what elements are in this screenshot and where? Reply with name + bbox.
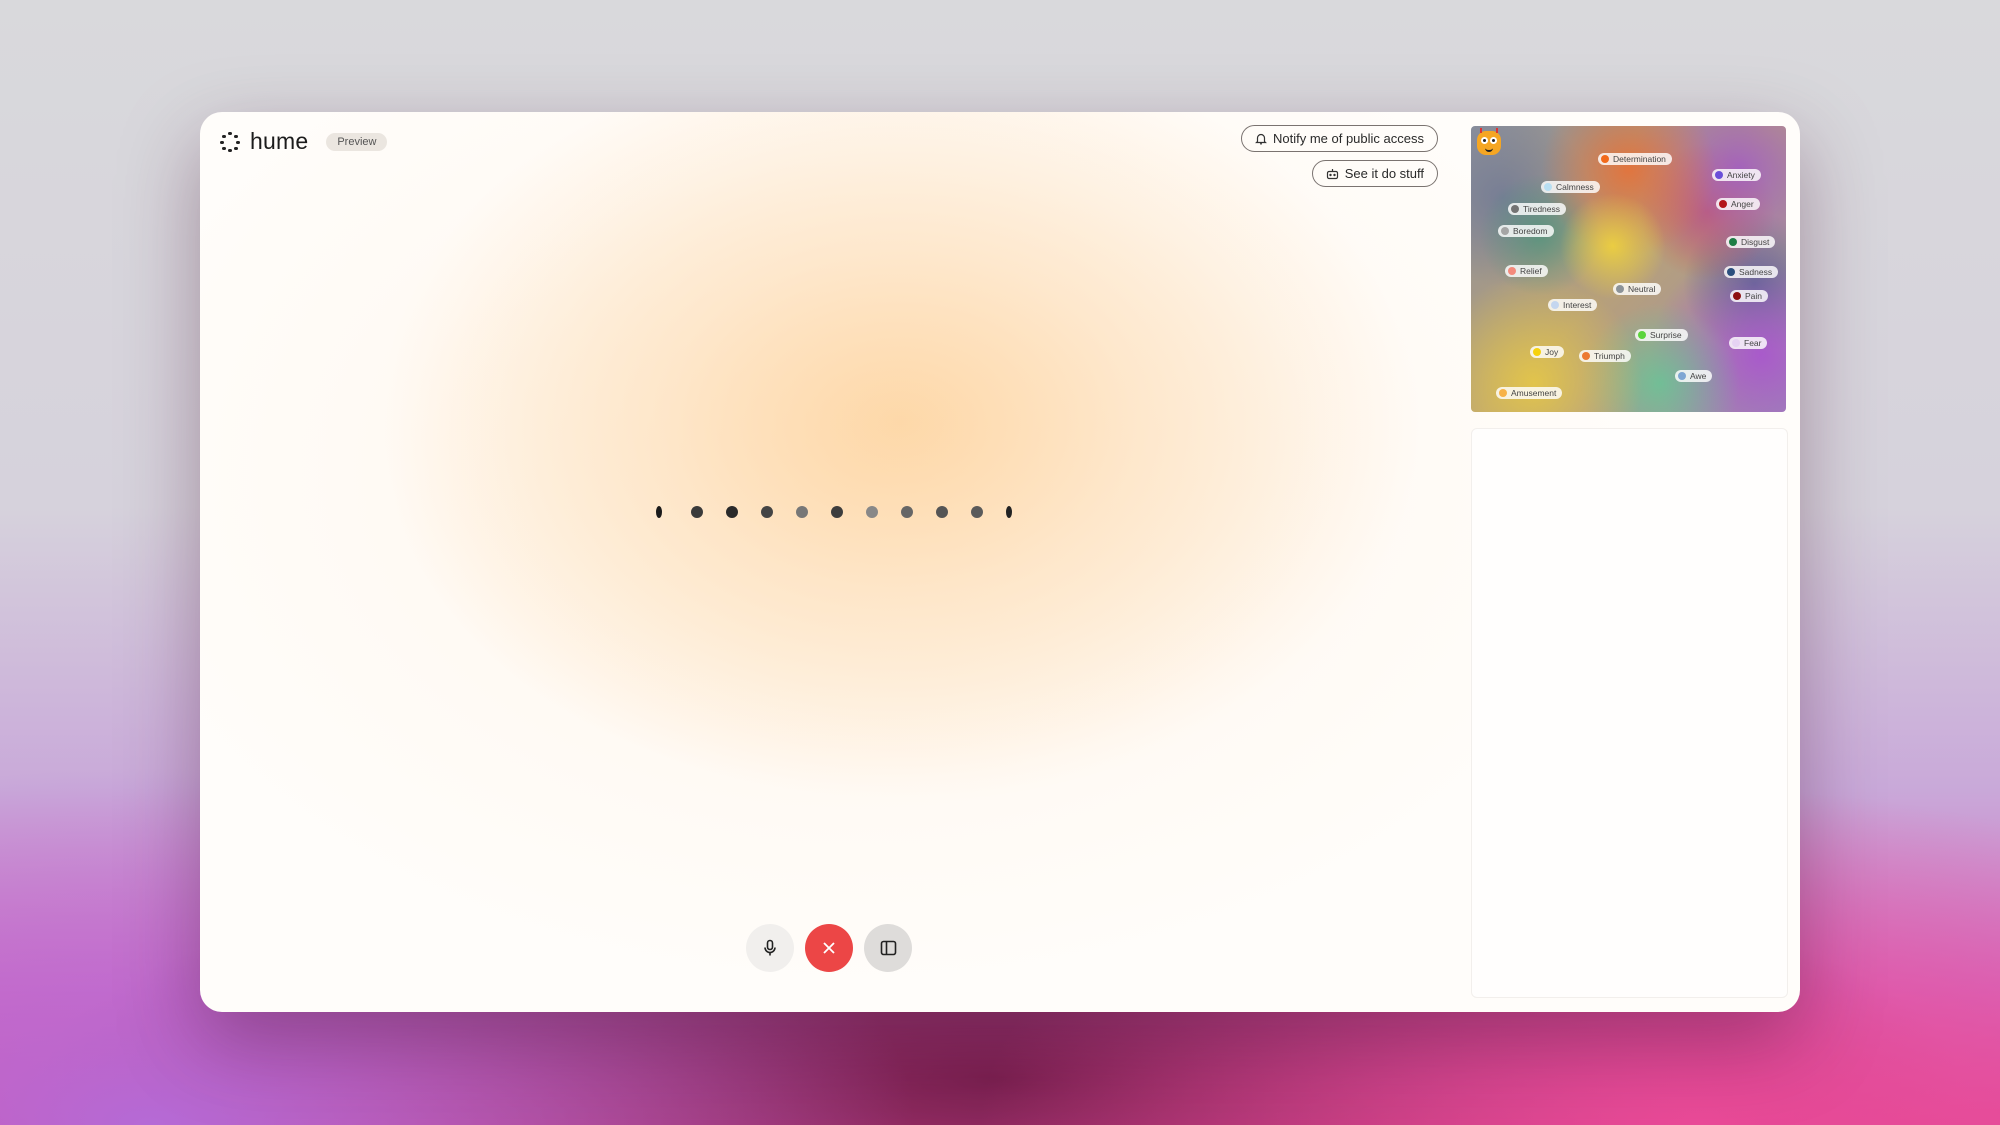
emotion-label: Calmness — [1556, 182, 1594, 192]
waveform-dot — [761, 506, 773, 518]
emotion-label: Disgust — [1741, 237, 1770, 247]
emotion-label: Fear — [1744, 338, 1762, 348]
transcript-panel — [1471, 428, 1788, 998]
emotion-label: Neutral — [1628, 284, 1656, 294]
waveform-dot — [831, 506, 843, 518]
hume-logo-icon — [220, 131, 240, 152]
emotion-label: Sadness — [1739, 267, 1773, 277]
waveform-dot — [796, 506, 808, 518]
waveform-dot — [936, 506, 948, 518]
emotion-tag-interest[interactable]: Interest — [1548, 299, 1598, 311]
emotion-color-dot — [1533, 348, 1541, 356]
notify-label: Notify me of public access — [1272, 131, 1424, 146]
emotion-label: Determination — [1613, 154, 1666, 164]
waveform-dot — [691, 506, 703, 518]
emotion-label: Surprise — [1650, 330, 1682, 340]
microphone-icon — [764, 939, 776, 956]
emotion-color-dot — [1732, 339, 1740, 347]
emotion-tag-sadness[interactable]: Sadness — [1724, 266, 1779, 278]
end-call-button[interactable] — [805, 924, 853, 972]
emotion-tag-tiredness[interactable]: Tiredness — [1508, 203, 1567, 215]
see-it-do-stuff-button[interactable]: See it do stuff — [1311, 160, 1438, 187]
emotion-tag-fear[interactable]: Fear — [1729, 337, 1768, 349]
emotion-tag-calmness[interactable]: Calmness — [1541, 181, 1600, 193]
waveform-dot — [866, 506, 878, 518]
emotion-color-dot — [1638, 331, 1646, 339]
emotion-color-dot — [1501, 227, 1509, 235]
emotion-label: Tiredness — [1523, 204, 1561, 214]
emotion-tag-determination[interactable]: Determination — [1598, 153, 1672, 165]
waveform-dot — [656, 506, 662, 518]
emotion-tag-relief[interactable]: Relief — [1505, 265, 1548, 277]
emotion-color-dot — [1551, 301, 1559, 309]
emotion-tag-awe[interactable]: Awe — [1675, 370, 1713, 382]
notify-public-access-button[interactable]: Notify me of public access — [1240, 125, 1438, 152]
emotion-color-dot — [1729, 238, 1737, 246]
emotion-color-dot — [1582, 352, 1590, 360]
emotion-tag-amusement[interactable]: Amusement — [1496, 387, 1563, 399]
emotion-label: Triumph — [1594, 351, 1625, 361]
emotion-color-dot — [1601, 155, 1609, 163]
emotion-tag-boredom[interactable]: Boredom — [1498, 225, 1554, 237]
waveform-dot — [901, 506, 913, 518]
emotion-color-dot — [1511, 205, 1519, 213]
emotion-color-dot — [1719, 200, 1727, 208]
preview-badge: Preview — [326, 132, 388, 151]
call-controls — [746, 924, 912, 972]
sidebar-panel-icon — [880, 940, 896, 956]
emotion-tag-pain[interactable]: Pain — [1730, 290, 1769, 302]
emotion-label: Amusement — [1511, 388, 1557, 398]
robot-icon — [1326, 168, 1338, 179]
emotion-color-dot — [1678, 372, 1686, 380]
emotion-color-dot — [1499, 389, 1507, 397]
app-window: hume Preview Notify me of public access … — [200, 112, 1800, 1012]
emotion-color-dot — [1715, 171, 1723, 179]
voice-glow-background — [200, 112, 1660, 1012]
emotion-label: Awe — [1690, 371, 1707, 381]
waveform-dot — [971, 506, 983, 518]
emotion-tag-disgust[interactable]: Disgust — [1726, 236, 1776, 248]
emotion-label: Relief — [1520, 266, 1542, 276]
emotion-tag-triumph[interactable]: Triumph — [1579, 350, 1631, 362]
see-it-label: See it do stuff — [1344, 166, 1424, 181]
toggle-panel-button[interactable] — [864, 924, 912, 972]
emotion-color-dot — [1616, 285, 1624, 293]
emotion-tag-neutral[interactable]: Neutral — [1613, 283, 1662, 295]
waveform-dot — [1006, 506, 1012, 518]
emotion-color-dot — [1508, 267, 1516, 275]
emotion-color-dot — [1544, 183, 1552, 191]
emotion-label: Joy — [1545, 347, 1559, 357]
emotion-tag-surprise[interactable]: Surprise — [1635, 329, 1688, 341]
brand-name: hume — [250, 128, 309, 154]
emotion-tag-joy[interactable]: Joy — [1530, 346, 1565, 358]
emotion-tag-anger[interactable]: Anger — [1716, 198, 1760, 210]
voice-waveform — [656, 492, 1012, 532]
emotion-color-dot — [1727, 268, 1735, 276]
emotion-label: Boredom — [1513, 226, 1548, 236]
emotion-label: Anger — [1731, 199, 1754, 209]
microphone-button[interactable] — [746, 924, 794, 972]
emotion-label: Interest — [1563, 300, 1592, 310]
waveform-dot — [726, 506, 738, 518]
brand-logo[interactable]: hume Preview — [220, 128, 388, 155]
emotion-label: Pain — [1745, 291, 1763, 301]
close-icon — [823, 942, 835, 954]
emotion-tag-anxiety[interactable]: Anxiety — [1712, 169, 1761, 181]
emotion-color-dot — [1733, 292, 1741, 300]
emotion-label: Anxiety — [1727, 170, 1755, 180]
bell-icon — [1255, 133, 1267, 145]
smiley-face-icon — [1477, 128, 1501, 155]
emotion-map: Determination Anxiety Calmness Tiredness Ang… — [1471, 126, 1786, 412]
